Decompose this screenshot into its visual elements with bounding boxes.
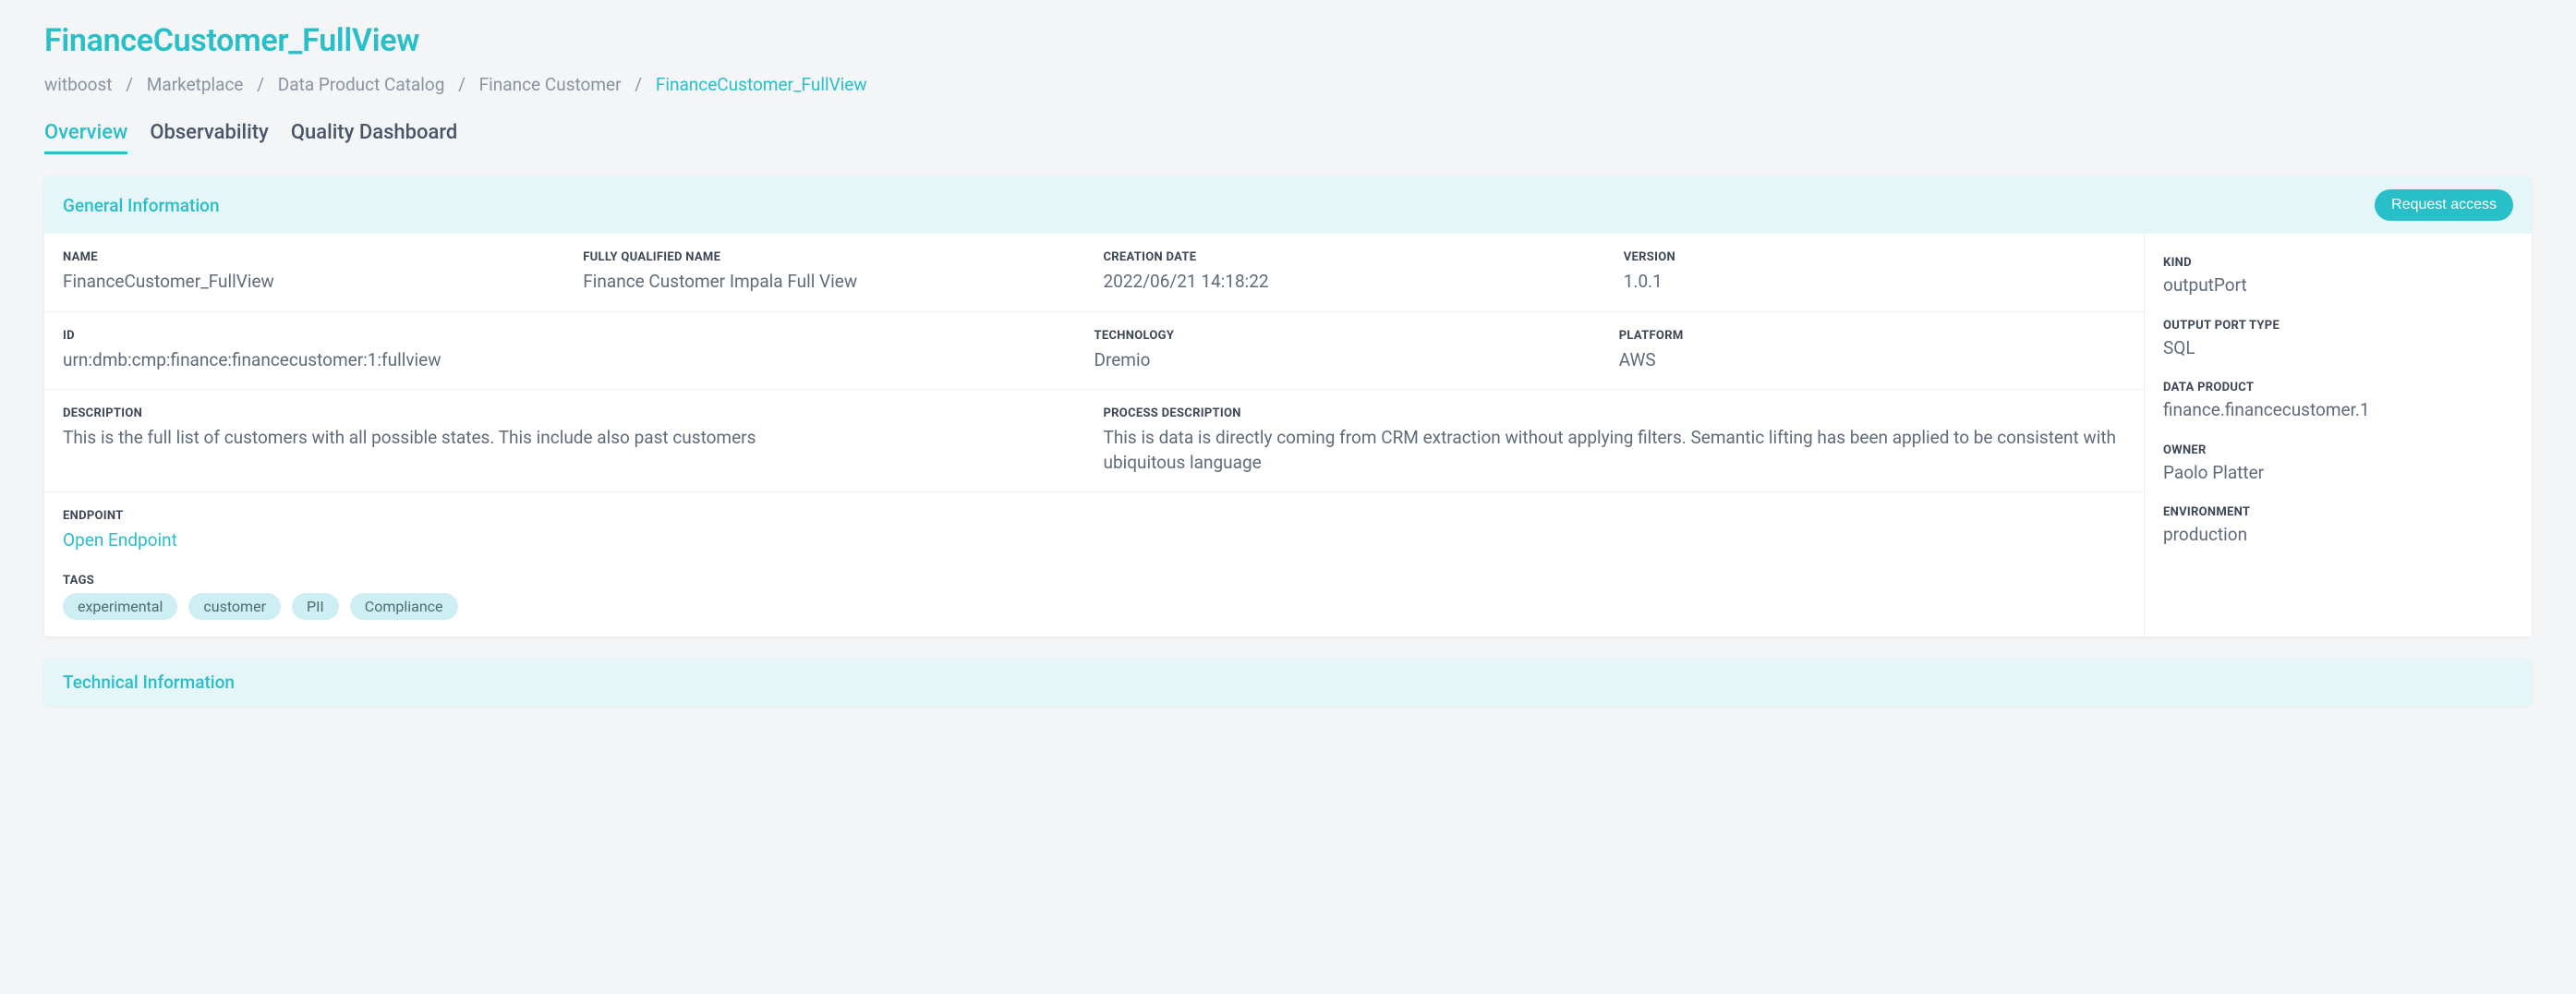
field-name: NAME FinanceCustomer_FullView <box>63 250 564 295</box>
breadcrumb-current: FinanceCustomer_FullView <box>656 74 867 95</box>
field-kind: KIND outputPort <box>2163 256 2513 298</box>
breadcrumb-item[interactable]: Data Product Catalog <box>278 74 445 95</box>
field-value: outputPort <box>2163 273 2513 298</box>
card-header: General Information Request access <box>44 176 2532 234</box>
field-fqn: FULLY QUALIFIED NAME Finance Customer Im… <box>583 250 1084 295</box>
field-platform: PLATFORM AWS <box>1619 329 2125 373</box>
field-value: SQL <box>2163 336 2513 361</box>
field-label: CREATION DATE <box>1104 250 1605 264</box>
field-process-description: PROCESS DESCRIPTION This is data is dire… <box>1104 406 2126 475</box>
card-header-title: Technical Information <box>63 672 235 693</box>
field-label: ENVIRONMENT <box>2163 505 2513 519</box>
field-version: VERSION 1.0.1 <box>1624 250 2125 295</box>
breadcrumb-item[interactable]: Finance Customer <box>479 74 622 95</box>
tab-overview[interactable]: Overview <box>44 121 127 154</box>
tab-observability[interactable]: Observability <box>150 121 269 154</box>
field-tags: TAGS experimental customer PII Complianc… <box>63 574 2125 620</box>
field-owner: OWNER Paolo Platter <box>2163 443 2513 486</box>
card-header-title: General Information <box>63 195 220 216</box>
field-value: This is data is directly coming from CRM… <box>1104 426 2126 475</box>
field-label: KIND <box>2163 256 2513 270</box>
field-value: FinanceCustomer_FullView <box>63 270 564 295</box>
field-value: production <box>2163 523 2513 548</box>
field-label: FULLY QUALIFIED NAME <box>583 250 1084 264</box>
field-label: TAGS <box>63 574 2125 588</box>
field-label: PLATFORM <box>1619 329 2125 343</box>
field-label: ID <box>63 329 1076 343</box>
tag-chip[interactable]: PII <box>292 593 339 620</box>
field-label: NAME <box>63 250 564 264</box>
breadcrumb-sep: / <box>126 74 133 95</box>
breadcrumb: witboost / Marketplace / Data Product Ca… <box>44 74 2532 95</box>
tag-chip[interactable]: experimental <box>63 593 177 620</box>
breadcrumb-sep: / <box>257 74 264 95</box>
tag-chip[interactable]: Compliance <box>350 593 458 620</box>
request-access-button[interactable]: Request access <box>2375 189 2513 221</box>
main-column: NAME FinanceCustomer_FullView FULLY QUAL… <box>44 234 2144 636</box>
field-data-product: DATA PRODUCT finance.financecustomer.1 <box>2163 381 2513 423</box>
breadcrumb-item[interactable]: Marketplace <box>147 74 244 95</box>
field-value: finance.financecustomer.1 <box>2163 398 2513 423</box>
field-value: This is the full list of customers with … <box>63 426 1085 451</box>
field-value: AWS <box>1619 348 2125 373</box>
field-value: Paolo Platter <box>2163 461 2513 486</box>
breadcrumb-sep: / <box>458 74 466 95</box>
breadcrumb-item[interactable]: witboost <box>44 74 112 95</box>
field-technology: TECHNOLOGY Dremio <box>1094 329 1601 373</box>
field-value: 2022/06/21 14:18:22 <box>1104 270 1605 295</box>
side-column: KIND outputPort OUTPUT PORT TYPE SQL DAT… <box>2144 234 2532 636</box>
technical-information-card: Technical Information <box>44 659 2532 706</box>
field-description: DESCRIPTION This is the full list of cus… <box>63 406 1085 475</box>
field-label: OWNER <box>2163 443 2513 457</box>
field-value: urn:dmb:cmp:finance:financecustomer:1:fu… <box>63 348 1076 373</box>
tags-container: experimental customer PII Compliance <box>63 593 2125 620</box>
field-value: Dremio <box>1094 348 1601 373</box>
field-label: VERSION <box>1624 250 2125 264</box>
field-creation-date: CREATION DATE 2022/06/21 14:18:22 <box>1104 250 1605 295</box>
page-title: FinanceCustomer_FullView <box>44 22 2532 59</box>
card-header: Technical Information <box>44 659 2532 706</box>
field-output-port-type: OUTPUT PORT TYPE SQL <box>2163 319 2513 361</box>
tag-chip[interactable]: customer <box>188 593 281 620</box>
breadcrumb-sep: / <box>635 74 642 95</box>
tabs: Overview Observability Quality Dashboard <box>44 121 2532 154</box>
field-label: ENDPOINT <box>63 509 2125 523</box>
field-endpoint: ENDPOINT Open Endpoint <box>63 509 2125 553</box>
general-information-card: General Information Request access NAME … <box>44 176 2532 636</box>
field-value: Finance Customer Impala Full View <box>583 270 1084 295</box>
field-label: DATA PRODUCT <box>2163 381 2513 394</box>
field-label: DESCRIPTION <box>63 406 1085 420</box>
field-label: PROCESS DESCRIPTION <box>1104 406 2126 420</box>
field-value: 1.0.1 <box>1624 270 2125 295</box>
field-label: TECHNOLOGY <box>1094 329 1601 343</box>
field-label: OUTPUT PORT TYPE <box>2163 319 2513 333</box>
field-id: ID urn:dmb:cmp:finance:financecustomer:1… <box>63 329 1076 373</box>
open-endpoint-link[interactable]: Open Endpoint <box>63 528 2125 553</box>
field-environment: ENVIRONMENT production <box>2163 505 2513 548</box>
tab-quality-dashboard[interactable]: Quality Dashboard <box>291 121 457 154</box>
